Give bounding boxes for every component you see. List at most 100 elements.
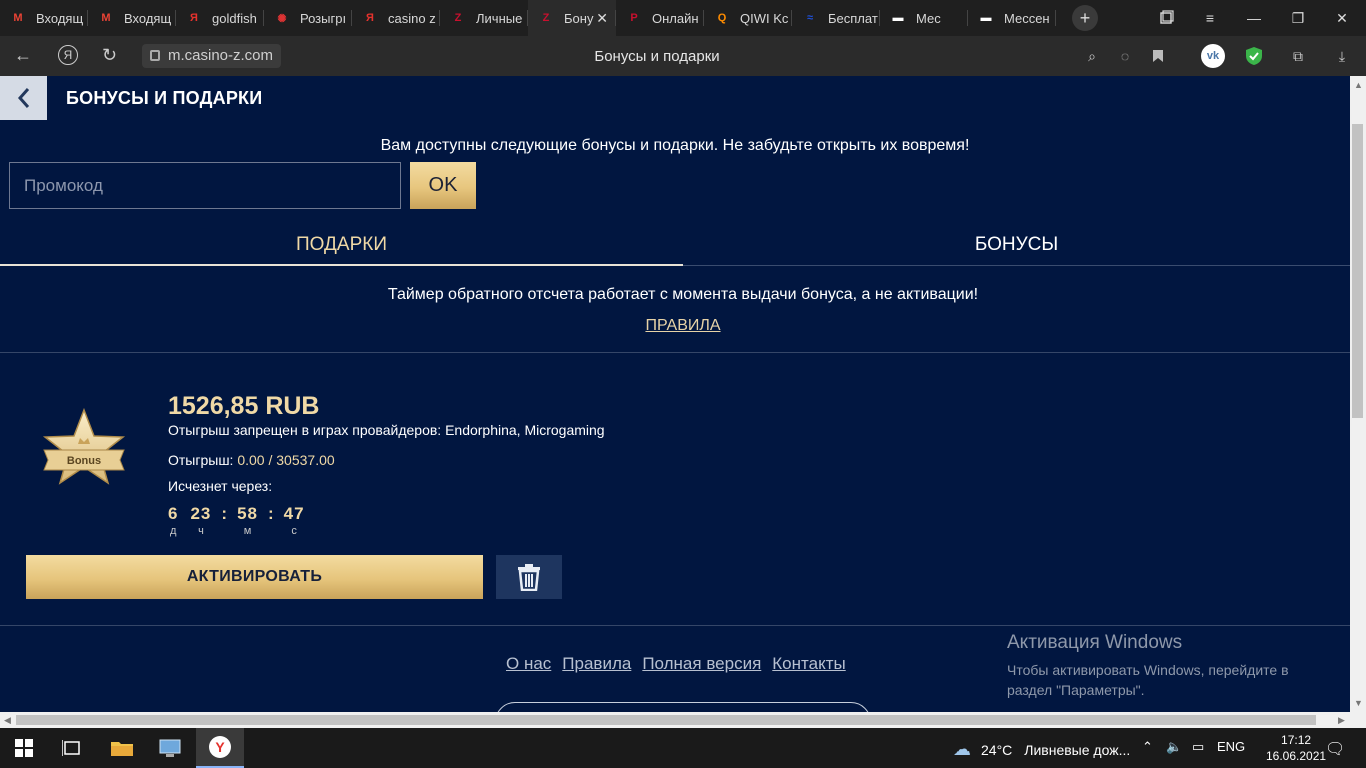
browser-tab[interactable]: Z Личные: [440, 0, 528, 36]
browser-tab[interactable]: ≈ Бесплат: [792, 0, 880, 36]
tab-bonuses[interactable]: БОНУСЫ: [683, 226, 1350, 266]
tab-label: Онлайн: [652, 10, 699, 26]
tab-label: Бону: [564, 10, 594, 26]
hours-unit: ч: [198, 525, 204, 537]
browser-tab[interactable]: P Онлайн: [616, 0, 704, 36]
weather-widget[interactable]: ☁ 24°C Ливневые дож...: [953, 739, 1130, 760]
clock-time: 17:12: [1281, 733, 1312, 747]
volume-icon[interactable]: 🔈: [1166, 739, 1182, 755]
horizontal-scrollbar[interactable]: ◀ ▶: [0, 712, 1350, 728]
network-icon[interactable]: ▭: [1192, 739, 1204, 755]
browser-tab[interactable]: Z Бону ✕: [528, 0, 616, 36]
bookmark-icon[interactable]: [1146, 44, 1170, 68]
browser-tab[interactable]: ▬ Мессен: [968, 0, 1056, 36]
footer-pill-button[interactable]: [495, 702, 871, 712]
tab-favicon-icon: M: [13, 12, 23, 24]
promo-code-input[interactable]: [9, 162, 401, 209]
promo-row: OK: [9, 162, 476, 209]
browser-tab[interactable]: M Входящ: [0, 0, 88, 36]
file-explorer-icon[interactable]: [98, 728, 146, 768]
available-bonuses-notice: Вам доступны следующие бонусы и подарки.…: [380, 137, 970, 154]
close-window-button[interactable]: ✕: [1320, 0, 1364, 36]
footer-link-contacts[interactable]: Контакты: [772, 654, 845, 674]
page-content: БОНУСЫ И ПОДАРКИ Вам доступны следующие …: [0, 76, 1350, 712]
yandex-browser-taskbar-icon[interactable]: Y: [196, 728, 244, 768]
wager-value: 0.00 / 30537.00: [237, 452, 335, 468]
browser-tab[interactable]: M Входящ: [88, 0, 176, 36]
windows-start-icon[interactable]: [0, 728, 48, 768]
seconds-unit: с: [291, 525, 297, 537]
scroll-right-arrow-icon[interactable]: ▶: [1338, 715, 1345, 726]
restore-button[interactable]: ❐: [1276, 0, 1320, 36]
footer-link-about[interactable]: О нас: [506, 654, 551, 674]
scroll-left-arrow-icon[interactable]: ◀: [4, 715, 11, 726]
back-button[interactable]: [0, 76, 47, 120]
tabs-list-icon[interactable]: [1144, 0, 1188, 36]
browser-tab[interactable]: ✺ Розыгрı: [264, 0, 352, 36]
hours-value: 23: [190, 504, 212, 523]
browser-tab[interactable]: ▬ Мес: [880, 0, 968, 36]
scroll-up-arrow-icon[interactable]: ▲: [1354, 80, 1363, 90]
countdown-minutes: 58 м: [237, 504, 258, 537]
browser-tab[interactable]: Q QIWI Kc: [704, 0, 792, 36]
page-header: БОНУСЫ И ПОДАРКИ: [0, 76, 1350, 120]
tab-favicon-icon: Q: [717, 12, 727, 24]
tab-label: Розыгрı: [300, 10, 347, 26]
vertical-scroll-thumb[interactable]: [1352, 124, 1363, 418]
weather-cloud-icon: ☁: [953, 739, 971, 759]
scroll-down-arrow-icon[interactable]: ▼: [1354, 698, 1363, 708]
weather-temp: 24°C: [981, 741, 1013, 758]
browser-tab[interactable]: Яgoldfish: [176, 0, 264, 36]
language-indicator[interactable]: ENG: [1217, 739, 1245, 754]
tab-favicon-icon: ≈: [806, 12, 814, 24]
minimize-button[interactable]: —: [1232, 0, 1276, 36]
gifts-bonuses-tabs: ПОДАРКИ БОНУСЫ: [0, 226, 1350, 266]
browser-tab[interactable]: Яcasino z: [352, 0, 440, 36]
tab-label: Мес: [916, 10, 941, 26]
activation-text: Чтобы активировать Windows, перейдите в …: [1007, 662, 1289, 698]
activate-button[interactable]: АКТИВИРОВАТЬ: [26, 555, 483, 599]
vertical-scrollbar[interactable]: ▲ ▼: [1350, 76, 1366, 712]
countdown-colon: :: [221, 504, 228, 523]
tab-favicon-icon: ✺: [277, 12, 287, 25]
taskbar: Y ☁ 24°C Ливневые дож... ⌃ 🔈 ▭ ENG 17:12…: [0, 728, 1366, 768]
activation-title: Активация Windows: [1007, 632, 1183, 653]
collections-icon[interactable]: ⧉: [1286, 44, 1310, 68]
tab-label: Бесплат: [828, 10, 878, 26]
shield-icon[interactable]: [1242, 44, 1266, 68]
divider: [0, 352, 1350, 353]
ok-button[interactable]: OK: [410, 162, 476, 209]
footer-links: О нас Правила Полная версия Контакты: [506, 654, 846, 674]
chevron-up-icon[interactable]: ⌃: [1142, 739, 1153, 755]
tab-close-icon[interactable]: ✕: [596, 10, 608, 27]
horizontal-scroll-thumb[interactable]: [16, 715, 1316, 725]
control-panel-icon[interactable]: [146, 728, 194, 768]
clock[interactable]: 17:12 16.06.2021: [1266, 732, 1326, 764]
notifications-icon[interactable]: 🗨: [1325, 739, 1345, 759]
countdown-timer: 6 д 23 ч : 58 м : 47 с: [168, 504, 305, 537]
footer-link-full-version[interactable]: Полная версия: [642, 654, 761, 674]
menu-icon[interactable]: ≡: [1188, 0, 1232, 36]
expires-label: Исчезнет через:: [168, 478, 273, 494]
minutes-value: 58: [237, 504, 258, 523]
wager-info: Отыгрыш: 0.00 / 30537.00: [168, 452, 335, 468]
vk-icon[interactable]: vk: [1201, 44, 1225, 68]
footer-link-rules[interactable]: Правила: [562, 654, 631, 674]
bonus-amount: 1526,85 RUB: [168, 392, 320, 420]
delete-bonus-button[interactable]: [496, 555, 562, 599]
task-view-icon[interactable]: [48, 728, 96, 768]
tab-favicon-icon: ▬: [892, 12, 904, 24]
search-icon[interactable]: ⌕: [1080, 44, 1104, 68]
tab-gifts[interactable]: ПОДАРКИ: [0, 226, 683, 266]
trash-icon: [518, 564, 540, 591]
protect-icon[interactable]: ◌: [1113, 44, 1137, 68]
tab-label: Входящ: [36, 10, 84, 26]
bonus-badge-text: Bonus: [67, 455, 101, 467]
new-tab-button[interactable]: +: [1072, 5, 1098, 31]
weather-text: Ливневые дож...: [1024, 741, 1131, 758]
clock-date: 16.06.2021: [1266, 749, 1327, 763]
divider: [0, 625, 1350, 626]
download-icon[interactable]: ⤓: [1330, 44, 1354, 68]
rules-link[interactable]: ПРАВИЛА: [0, 317, 1350, 335]
tab-label: goldfish: [212, 10, 257, 26]
